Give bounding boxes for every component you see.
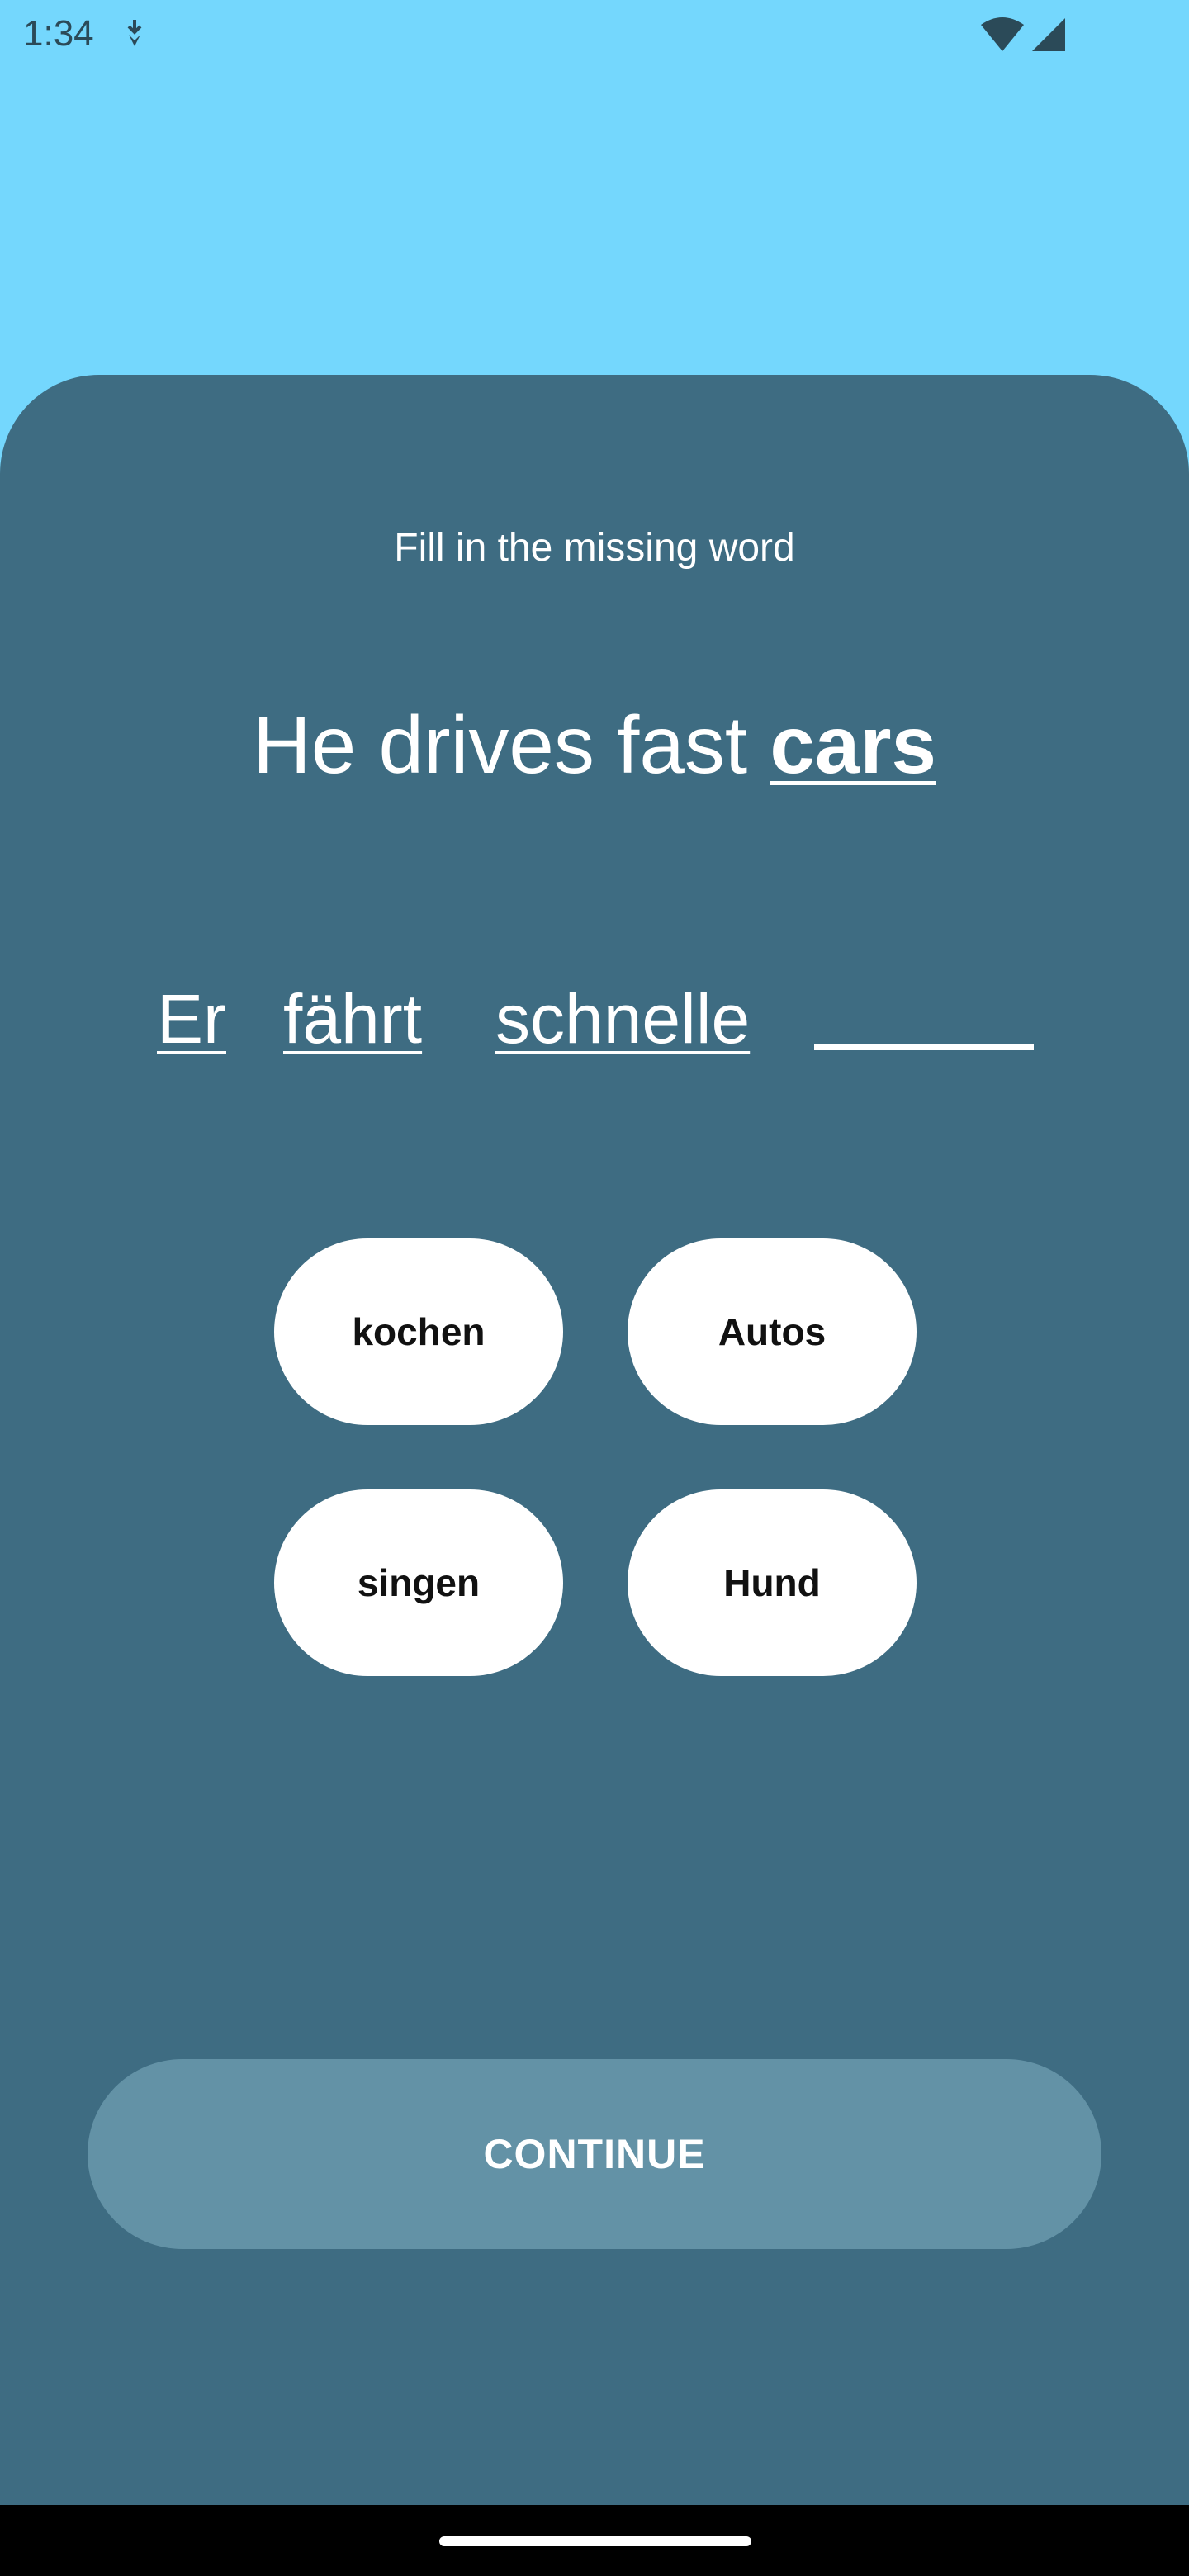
prompt-sentence: He drives fast cars [0,698,1189,792]
sentence-word: fährt [283,980,423,1058]
cell-signal-icon [1030,17,1067,57]
navigation-bar [0,2505,1189,2576]
continue-button[interactable]: CONTINUE [88,2059,1101,2249]
answer-sentence: Er fährt schnelle [0,979,1189,1070]
sentence-word: Er [157,980,226,1058]
sentence-word: schnelle [495,980,751,1058]
prompt-target-word: cars [770,699,936,790]
wifi-icon [979,17,1026,57]
answer-blank[interactable] [814,1044,1034,1050]
download-icon [122,18,147,54]
prompt-lead: He drives fast [253,699,770,790]
instruction-text: Fill in the missing word [394,526,795,570]
status-time: 1:34 [23,13,94,54]
home-handle[interactable] [439,2536,751,2546]
status-bar: 1:34 [0,0,1189,69]
option-button-autos[interactable]: Autos [628,1238,917,1425]
option-button-kochen[interactable]: kochen [274,1238,563,1425]
option-button-hund[interactable]: Hund [628,1489,917,1676]
option-button-singen[interactable]: singen [274,1489,563,1676]
